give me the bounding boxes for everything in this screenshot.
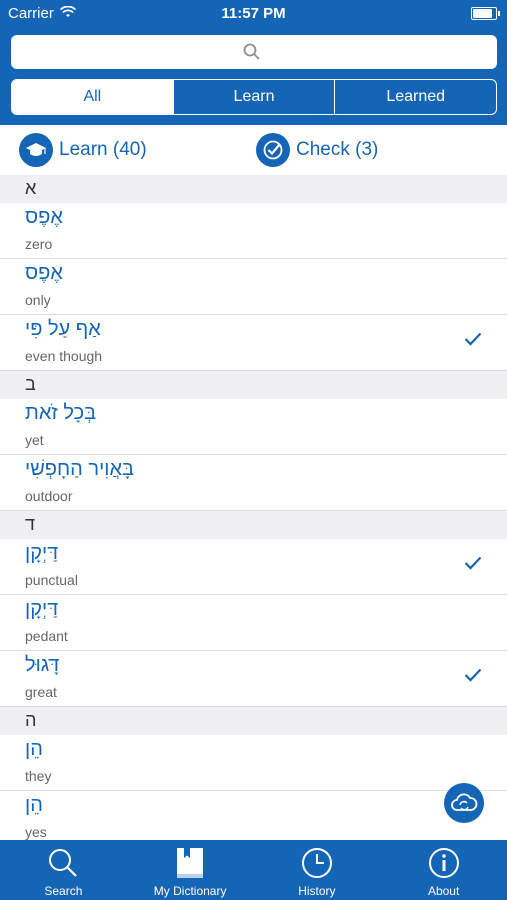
action-bar: Learn (40) Check (3) — [0, 125, 507, 175]
search-input[interactable] — [11, 35, 497, 69]
checkmark-icon — [464, 668, 482, 687]
english-translation: yet — [25, 432, 44, 448]
battery-icon — [471, 7, 500, 20]
segment-learned[interactable]: Learned — [334, 80, 496, 114]
word-row[interactable]: דָּגוּל great — [0, 650, 507, 707]
tab-bar: Search My Dictionary History About — [0, 840, 507, 900]
tab-my-dictionary[interactable]: My Dictionary — [127, 840, 254, 900]
tab-label: About — [427, 884, 460, 898]
search-icon — [47, 847, 79, 884]
word-row[interactable]: אַף עַל פִּי even though — [0, 314, 507, 371]
english-translation: yes — [25, 824, 47, 840]
hebrew-word: בְּכָל זֹאת — [25, 402, 97, 424]
hebrew-word: דַּיְקָן — [25, 598, 59, 620]
hebrew-word: אֶפֶס — [25, 262, 63, 284]
tab-about[interactable]: About — [380, 840, 507, 900]
section-letter: ד — [25, 514, 35, 534]
section-letter: ב — [25, 374, 36, 394]
info-icon — [428, 847, 460, 884]
check-button[interactable]: Check (3) — [256, 133, 378, 167]
word-row[interactable]: בְּכָל זֹאת yet — [0, 398, 507, 455]
word-row[interactable]: אֶפֶס only — [0, 258, 507, 315]
hebrew-word: הֵן — [25, 794, 43, 816]
section-header: ב — [0, 371, 507, 399]
section-header: ה — [0, 707, 507, 735]
word-row[interactable]: דַּיְקָן punctual — [0, 538, 507, 595]
tab-search[interactable]: Search — [0, 840, 127, 900]
section-letter: א — [25, 178, 37, 198]
hebrew-word: דָּגוּל — [25, 654, 60, 676]
english-translation: only — [25, 292, 51, 308]
section-letter: ה — [25, 710, 37, 730]
hebrew-word: אֶפֶס — [25, 206, 63, 228]
book-icon — [175, 847, 205, 884]
checkmark-icon — [464, 332, 482, 351]
hebrew-word: אַף עַל פִּי — [25, 318, 101, 340]
check-circle-icon — [256, 133, 290, 167]
clock: 11:57 PM — [221, 5, 286, 22]
status-bar: Carrier 11:57 PM — [0, 0, 507, 28]
learn-label: Learn (40) — [59, 139, 147, 160]
clock-icon — [301, 847, 333, 884]
tab-history[interactable]: History — [254, 840, 381, 900]
english-translation: they — [25, 768, 52, 784]
check-label: Check (3) — [296, 139, 379, 160]
tab-label: My Dictionary — [153, 884, 227, 898]
english-translation: pedant — [25, 628, 68, 644]
cloud-sync-icon — [451, 793, 478, 811]
hebrew-word: דַּיְקָן — [25, 542, 59, 564]
cloud-sync-button[interactable] — [444, 783, 484, 823]
hebrew-word: הֵן — [25, 738, 43, 760]
word-row[interactable]: אֶפֶס zero — [0, 202, 507, 259]
filter-segmented-control: All Learn Learned — [11, 79, 497, 115]
section-header: ד — [0, 511, 507, 539]
word-row[interactable]: הֵן they — [0, 734, 507, 791]
hebrew-word: בָּאֲוִיר הַחָפְשִׁי — [25, 458, 134, 480]
segment-all[interactable]: All — [12, 80, 173, 114]
english-translation: zero — [25, 236, 53, 252]
graduation-cap-icon — [19, 133, 53, 167]
segment-learn[interactable]: Learn — [172, 80, 335, 114]
english-translation: punctual — [25, 572, 78, 588]
english-translation: great — [25, 684, 57, 700]
english-translation: even though — [25, 348, 103, 364]
english-translation: outdoor — [25, 488, 73, 504]
section-header: א — [0, 175, 507, 203]
header: Carrier 11:57 PM All Learn Learned — [0, 0, 507, 125]
learn-button[interactable]: Learn (40) — [19, 133, 147, 167]
word-row[interactable]: הֵן yes — [0, 790, 507, 846]
checkmark-icon — [464, 556, 482, 575]
search-icon — [243, 43, 260, 60]
word-row[interactable]: בָּאֲוִיר הַחָפְשִׁי outdoor — [0, 454, 507, 511]
word-row[interactable]: דַּיְקָן pedant — [0, 594, 507, 651]
tab-label: History — [298, 884, 336, 898]
tab-label: Search — [44, 884, 83, 898]
